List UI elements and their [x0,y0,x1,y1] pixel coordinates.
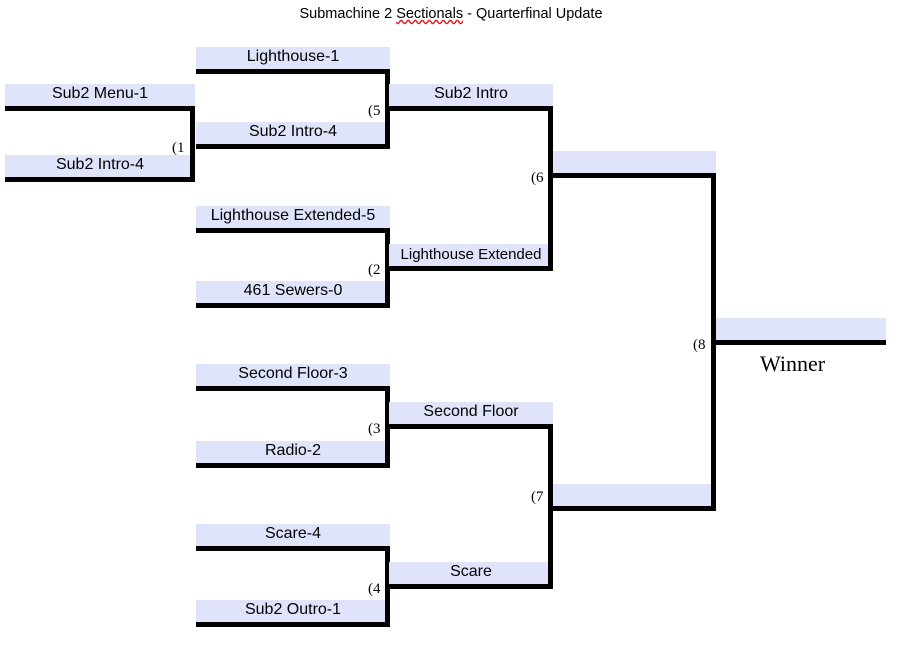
slot-label: 461 Sewers-0 [243,282,343,299]
slot-r1-radio[interactable]: Radio-2 [196,441,390,468]
slot-final-champion[interactable] [716,318,886,345]
slot-label: Second Floor-3 [238,365,348,382]
match-number-4: (4 [368,581,381,597]
slot-label: Sub2 Intro-4 [55,156,145,173]
connector-match-1 [190,106,195,182]
match-number-6: (6 [531,170,544,186]
slot-r1-lighthouse-extended[interactable]: Lighthouse Extended-5 [196,206,390,233]
slot-r1-sub2-intro-upper[interactable]: Sub2 Intro-4 [196,122,390,149]
slot-label: Scare-4 [264,525,322,542]
bracket-canvas: Submachine 2 Sectionals - Quarterfinal U… [0,0,902,648]
match-number-1: (1 [172,140,185,156]
slot-r1-scare[interactable]: Scare-4 [196,524,390,551]
page-title: Submachine 2 Sectionals - Quarterfinal U… [0,4,902,24]
match-number-2: (2 [368,262,381,278]
slot-semifinal-bottom[interactable] [553,484,716,511]
slot-label: Sub2 Intro [434,85,508,102]
slot-r1-461-sewers[interactable]: 461 Sewers-0 [196,281,390,308]
title-misspelled-word: Sectionals [396,6,464,22]
match-number-5-upper: (5 [368,103,381,119]
title-suffix: - Quarterfinal Update [463,6,603,22]
match-number-3: (3 [368,421,381,437]
slot-semifinal-top[interactable] [553,151,716,178]
slot-r2-lighthouse-extended[interactable]: Lighthouse Extended [389,244,553,271]
match-number-8: (8 [693,337,706,353]
title-prefix: Submachine 2 [299,6,397,22]
match-number-7: (7 [531,489,544,505]
slot-r1-sub2-intro-lower[interactable]: Sub2 Intro-4 [5,155,195,182]
slot-r1-lighthouse[interactable]: Lighthouse-1 [196,47,390,74]
winner-caption: Winner [760,351,826,376]
slot-label: Sub2 Intro-4 [248,123,338,140]
connector-match-6 [548,106,553,271]
slot-label: Second Floor [423,403,519,420]
slot-label: Lighthouse Extended-5 [210,207,376,224]
slot-r2-sub2-intro[interactable]: Sub2 Intro [389,84,553,111]
slot-label: Sub2 Outro-1 [244,601,342,618]
slot-r1-second-floor[interactable]: Second Floor-3 [196,364,390,391]
slot-label: Lighthouse-1 [246,48,340,65]
slot-label: Lighthouse Extended [400,245,542,263]
slot-r2-second-floor[interactable]: Second Floor [389,402,553,429]
slot-r1-sub2-menu[interactable]: Sub2 Menu-1 [5,84,195,111]
slot-r1-sub2-outro[interactable]: Sub2 Outro-1 [196,600,390,627]
slot-label: Sub2 Menu-1 [51,85,149,102]
slot-label: Scare [450,563,492,580]
slot-r2-scare[interactable]: Scare [389,562,553,589]
slot-label: Radio-2 [264,442,322,459]
